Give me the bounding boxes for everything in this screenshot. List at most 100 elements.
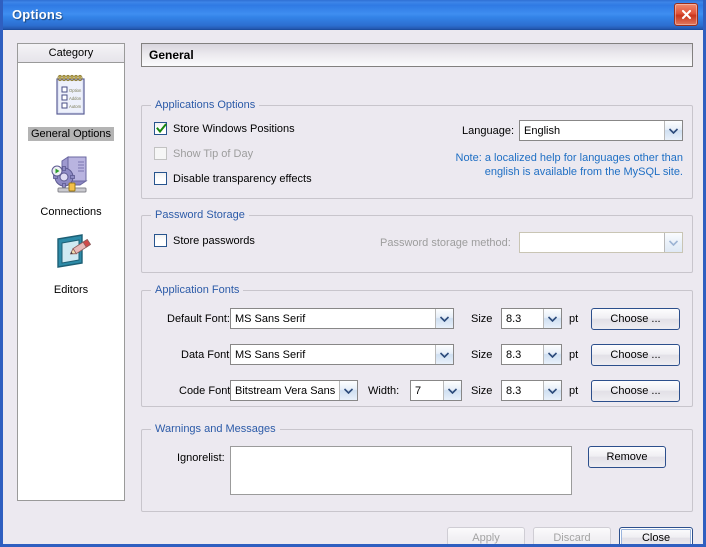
server-gear-icon — [48, 151, 94, 202]
choose-code-font-button[interactable]: Choose ... — [591, 380, 680, 402]
code-font-value: Bitstream Vera Sans Mono — [231, 381, 339, 400]
options-dialog: Options Category — [0, 0, 706, 547]
chevron-down-icon[interactable] — [664, 121, 682, 140]
close-icon[interactable] — [674, 3, 698, 26]
window-pencil-icon — [48, 229, 94, 280]
code-font-label: Code Font: — [179, 385, 233, 397]
language-note: Note: a localized help for languages oth… — [442, 151, 683, 179]
password-storage-method-select — [519, 232, 683, 253]
sidebar-item-label: Editors — [51, 283, 91, 297]
choose-default-font-button[interactable]: Choose ... — [591, 308, 680, 330]
button-label: Choose ... — [610, 313, 660, 325]
svg-text:Option: Option — [69, 88, 82, 93]
checkbox-label: Store passwords — [173, 235, 255, 247]
width-label: Width: — [368, 385, 399, 397]
button-label: Discard — [553, 532, 590, 544]
checkbox-unchecked-icon — [154, 147, 167, 160]
notepad-checklist-icon: Option Addon Autom — [51, 73, 91, 124]
data-font-select[interactable]: MS Sans Serif — [230, 344, 454, 365]
chevron-down-icon[interactable] — [543, 345, 561, 364]
remove-button[interactable]: Remove — [588, 446, 666, 468]
password-storage-group: Password Storage Store passwords Passwor… — [141, 215, 693, 273]
disable-transparency-checkbox[interactable]: Disable transparency effects — [154, 172, 312, 185]
checkbox-unchecked-icon — [154, 234, 167, 247]
show-tip-of-day-checkbox: Show Tip of Day — [154, 147, 253, 160]
warnings-messages-group: Warnings and Messages Ignorelist: Remove — [141, 429, 693, 512]
button-label: Choose ... — [610, 349, 660, 361]
code-font-width-value: 7 — [411, 381, 443, 400]
page-title-label: General — [149, 48, 194, 62]
checkbox-label: Show Tip of Day — [173, 148, 253, 160]
close-button[interactable]: Close — [619, 527, 693, 547]
pt-label: pt — [569, 313, 578, 325]
title-bar: Options — [3, 0, 703, 30]
choose-data-font-button[interactable]: Choose ... — [591, 344, 680, 366]
data-font-size-value: 8.3 — [502, 345, 543, 364]
store-passwords-checkbox[interactable]: Store passwords — [154, 234, 255, 247]
dialog-body: Category Option Addon — [3, 29, 703, 544]
chevron-down-icon[interactable] — [443, 381, 461, 400]
button-label: Close — [642, 532, 670, 544]
chevron-down-icon[interactable] — [543, 309, 561, 328]
button-label: Choose ... — [610, 385, 660, 397]
size-label: Size — [471, 349, 492, 361]
category-panel: Category Option Addon — [17, 43, 125, 501]
page-title: General — [141, 43, 693, 67]
store-windows-positions-checkbox[interactable]: Store Windows Positions — [154, 122, 295, 135]
sidebar-item-label: General Options — [28, 127, 114, 141]
code-font-size-select[interactable]: 8.3 — [501, 380, 562, 401]
button-label: Apply — [472, 532, 500, 544]
language-select[interactable]: English — [519, 120, 683, 141]
window-title: Options — [12, 7, 63, 22]
data-font-size-select[interactable]: 8.3 — [501, 344, 562, 365]
default-font-label: Default Font: — [167, 313, 230, 325]
discard-button: Discard — [533, 527, 611, 547]
applications-options-group: Applications Options Store Windows Posit… — [141, 105, 693, 199]
group-legend: Password Storage — [151, 209, 249, 221]
group-legend: Application Fonts — [151, 284, 243, 296]
pt-label: pt — [569, 385, 578, 397]
chevron-down-icon[interactable] — [543, 381, 561, 400]
language-label: Language: — [462, 125, 514, 137]
application-fonts-group: Application Fonts Default Font: MS Sans … — [141, 290, 693, 407]
ignorelist-value — [231, 447, 571, 451]
pt-label: pt — [569, 349, 578, 361]
code-font-select[interactable]: Bitstream Vera Sans Mono — [230, 380, 358, 401]
ignorelist-input[interactable] — [230, 446, 572, 495]
size-label: Size — [471, 385, 492, 397]
group-legend: Warnings and Messages — [151, 423, 280, 435]
chevron-down-icon[interactable] — [435, 309, 453, 328]
apply-button: Apply — [447, 527, 525, 547]
sidebar-item-label: Connections — [37, 205, 104, 219]
sidebar-item-connections[interactable]: Connections — [18, 151, 124, 219]
code-font-size-value: 8.3 — [502, 381, 543, 400]
chevron-down-icon — [664, 233, 682, 252]
sidebar-item-general-options[interactable]: Option Addon Autom — [18, 73, 124, 141]
data-font-value: MS Sans Serif — [231, 345, 435, 364]
password-storage-method-label: Password storage method: — [380, 237, 511, 249]
category-header: Category — [18, 44, 124, 63]
language-value: English — [520, 121, 664, 140]
svg-text:Autom: Autom — [69, 104, 82, 109]
password-storage-method-value — [520, 233, 664, 252]
data-font-label: Data Font: — [181, 349, 232, 361]
category-header-label: Category — [49, 47, 94, 59]
code-font-width-select[interactable]: 7 — [410, 380, 462, 401]
default-font-value: MS Sans Serif — [231, 309, 435, 328]
button-label: Remove — [607, 451, 648, 463]
checkbox-label: Store Windows Positions — [173, 123, 295, 135]
sidebar-item-editors[interactable]: Editors — [18, 229, 124, 297]
settings-pane: General Applications Options Store Windo… — [141, 29, 695, 544]
ignorelist-label: Ignorelist: — [177, 452, 225, 464]
chevron-down-icon[interactable] — [339, 381, 357, 400]
default-font-size-value: 8.3 — [502, 309, 543, 328]
size-label: Size — [471, 313, 492, 325]
default-font-select[interactable]: MS Sans Serif — [230, 308, 454, 329]
group-legend: Applications Options — [151, 99, 259, 111]
chevron-down-icon[interactable] — [435, 345, 453, 364]
checkbox-unchecked-icon — [154, 172, 167, 185]
svg-text:Addon: Addon — [69, 96, 82, 101]
default-font-size-select[interactable]: 8.3 — [501, 308, 562, 329]
checkbox-checked-icon — [154, 122, 167, 135]
checkbox-label: Disable transparency effects — [173, 173, 312, 185]
